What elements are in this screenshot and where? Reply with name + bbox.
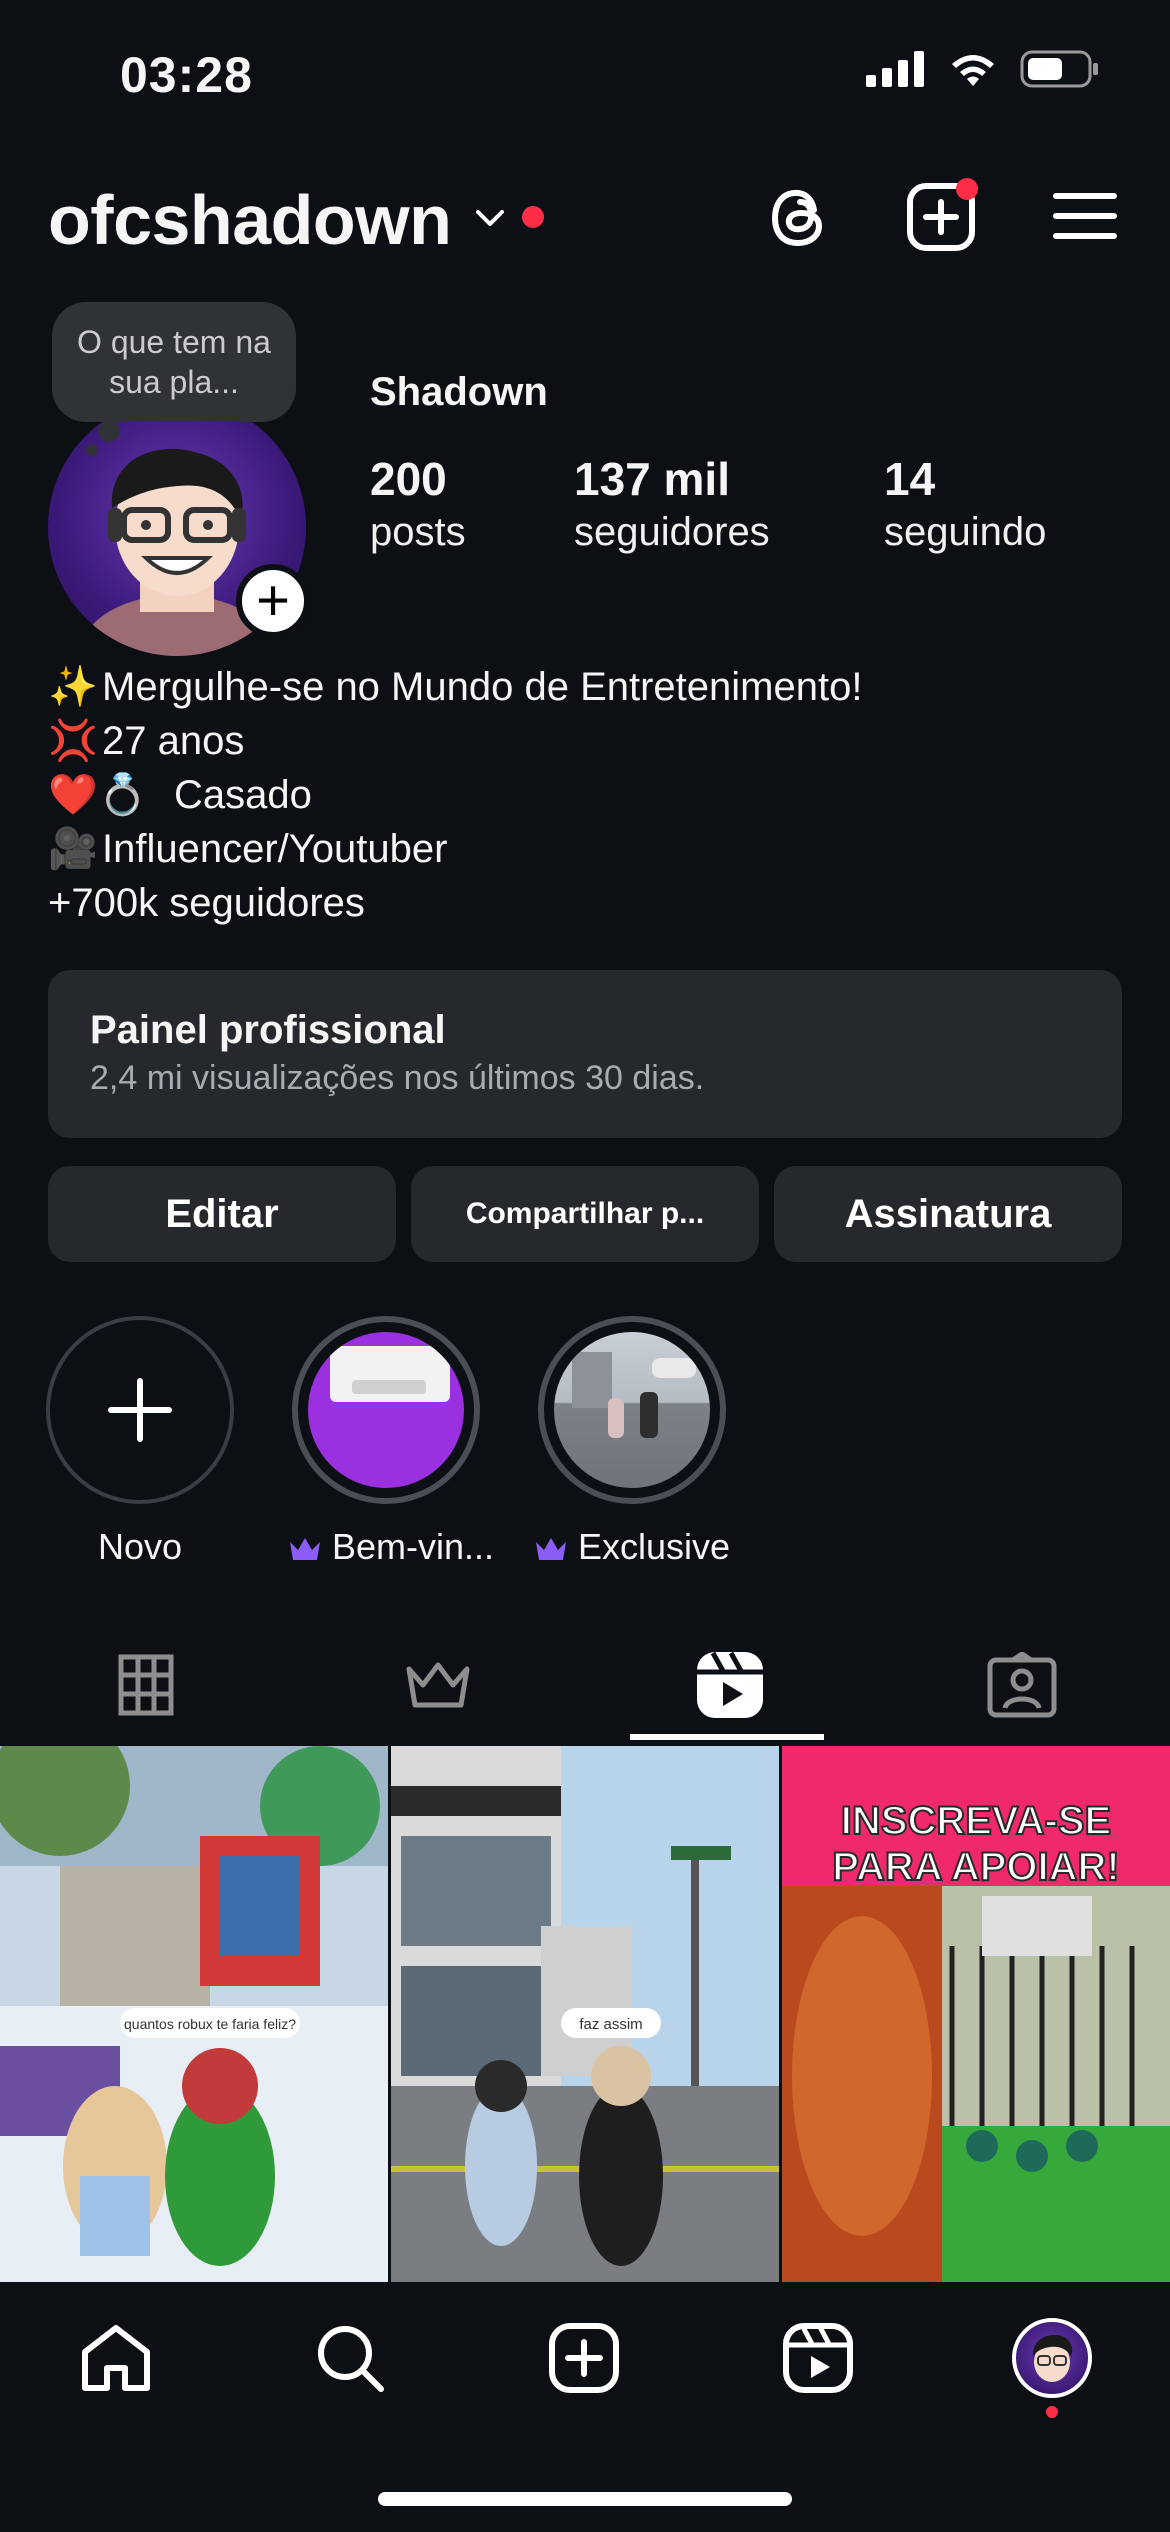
add-story-button[interactable]: +	[236, 564, 310, 638]
reel-thumbnail[interactable]: INSCREVA-SE PARA APOIAR!	[782, 1746, 1170, 2282]
highlight-exclusive[interactable]: Exclusive	[534, 1316, 730, 1568]
reel-thumbnail[interactable]: quantos robux te faria feliz?	[0, 1746, 388, 2282]
new-post-notification-dot	[956, 178, 978, 200]
highlight-ring	[46, 1316, 234, 1504]
tagged-person-icon	[987, 1652, 1057, 1718]
wifi-icon	[952, 55, 994, 86]
reel-image: quantos robux te faria feliz?	[0, 1746, 388, 2282]
tab-subscriber-content[interactable]	[292, 1626, 584, 1744]
highlight-label-row: Exclusive	[534, 1526, 730, 1568]
highlight-ring	[292, 1316, 480, 1504]
note-bubble-tail	[98, 420, 120, 442]
profile-notification-dot	[1046, 2406, 1058, 2418]
bio: ✨ Mergulhe-se no Mundo de Entretenimento!…	[48, 660, 862, 930]
professional-dashboard[interactable]: Painel profissional 2,4 mi visualizações…	[48, 970, 1122, 1138]
edit-profile-button[interactable]: Editar	[48, 1166, 396, 1262]
bio-text: 27 anos	[102, 719, 245, 763]
highlight-label: Novo	[97, 1526, 183, 1567]
profile-username[interactable]: ofcshadown	[48, 180, 452, 260]
note-bubble-tail	[86, 444, 98, 456]
display-name: Shadown	[370, 370, 548, 414]
home-indicator	[378, 2492, 792, 2506]
stat-following[interactable]: 14 seguindo	[884, 452, 1046, 555]
chevron-down-icon[interactable]	[470, 198, 510, 238]
profile-avatar-small	[1012, 2318, 1092, 2398]
reel-caption: faz assim	[579, 2016, 642, 2033]
plus-icon	[108, 1378, 172, 1442]
nav-search[interactable]	[310, 2318, 390, 2398]
reels-icon	[697, 1651, 763, 1718]
crown-icon	[406, 1662, 470, 1708]
dashboard-title: Painel profissional	[90, 1008, 446, 1052]
reel-image: INSCREVA-SE PARA APOIAR!	[782, 1746, 1170, 2282]
highlight-thumbnail	[554, 1332, 710, 1488]
bio-line: ❤️💍 Casado	[48, 768, 862, 822]
reel-image: faz assim	[391, 1746, 779, 2282]
nav-home[interactable]	[76, 2318, 156, 2398]
tab-posts-grid[interactable]	[0, 1626, 292, 1744]
create-icon	[549, 2323, 619, 2393]
highlight-label: Bem-vin...	[332, 1526, 495, 1567]
highlight-thumbnail	[308, 1332, 464, 1488]
stat-value: 200	[370, 453, 447, 505]
highlight-label: Exclusive	[578, 1526, 731, 1567]
share-profile-button[interactable]: Compartilhar p...	[411, 1166, 759, 1262]
status-icons	[866, 50, 1100, 88]
home-icon	[82, 2325, 150, 2391]
battery-icon	[1020, 50, 1098, 88]
account-notification-dot	[522, 206, 544, 228]
reels-icon	[783, 2323, 853, 2393]
bio-text: Casado	[174, 773, 312, 817]
bio-emoji: ✨	[48, 665, 98, 709]
tab-reels[interactable]	[584, 1626, 876, 1744]
stat-value: 14	[884, 453, 936, 505]
bio-emoji: 💢	[48, 719, 98, 763]
search-icon	[318, 2326, 384, 2392]
cellular-signal-icon	[866, 51, 924, 87]
stat-label: seguindo	[884, 510, 1047, 554]
stat-value: 137 mil	[574, 453, 730, 505]
stat-posts[interactable]: 200 posts	[370, 452, 466, 555]
bio-line: 🎥 Influencer/Youtuber	[48, 822, 862, 876]
reel-caption: quantos robux te faria feliz?	[124, 2016, 296, 2032]
bio-line: +700k seguidores	[48, 876, 862, 930]
highlight-new[interactable]: Novo	[42, 1316, 238, 1568]
crown-icon	[290, 1538, 320, 1561]
active-tab-indicator	[630, 1734, 824, 1740]
dashboard-subtitle: 2,4 mi visualizações nos últimos 30 dias…	[90, 1059, 705, 1097]
bio-text: Mergulhe-se no Mundo de Entretenimento!	[102, 665, 863, 709]
stat-label: posts	[370, 510, 466, 554]
highlight-label-row: Bem-vin...	[288, 1526, 494, 1568]
tab-tagged[interactable]	[876, 1626, 1168, 1744]
profile-tabs	[0, 1626, 1170, 1744]
bio-line: ✨ Mergulhe-se no Mundo de Entretenimento!	[48, 660, 862, 714]
nav-profile[interactable]	[1012, 2318, 1092, 2398]
bio-text: Influencer/Youtuber	[102, 827, 448, 871]
grid-icon	[118, 1654, 174, 1716]
menu-icon[interactable]	[1052, 186, 1118, 246]
bio-emoji: ❤️💍	[48, 773, 148, 817]
nav-create[interactable]	[544, 2318, 624, 2398]
note-bubble[interactable]: O que tem na sua pla...	[52, 302, 296, 422]
bio-emoji: 🎥	[48, 827, 98, 871]
status-time: 03:28	[120, 47, 253, 103]
highlight-welcome[interactable]: Bem-vin...	[288, 1316, 494, 1568]
bio-text: +700k seguidores	[48, 881, 365, 925]
highlight-ring	[538, 1316, 726, 1504]
nav-reels[interactable]	[778, 2318, 858, 2398]
reel-thumbnail[interactable]: faz assim	[391, 1746, 779, 2282]
bio-line: 💢 27 anos	[48, 714, 862, 768]
crown-icon	[536, 1538, 566, 1561]
threads-icon[interactable]	[762, 180, 838, 256]
stat-followers[interactable]: 137 mil seguidores	[574, 452, 770, 555]
stat-label: seguidores	[574, 510, 770, 554]
subscription-button[interactable]: Assinatura	[774, 1166, 1122, 1262]
